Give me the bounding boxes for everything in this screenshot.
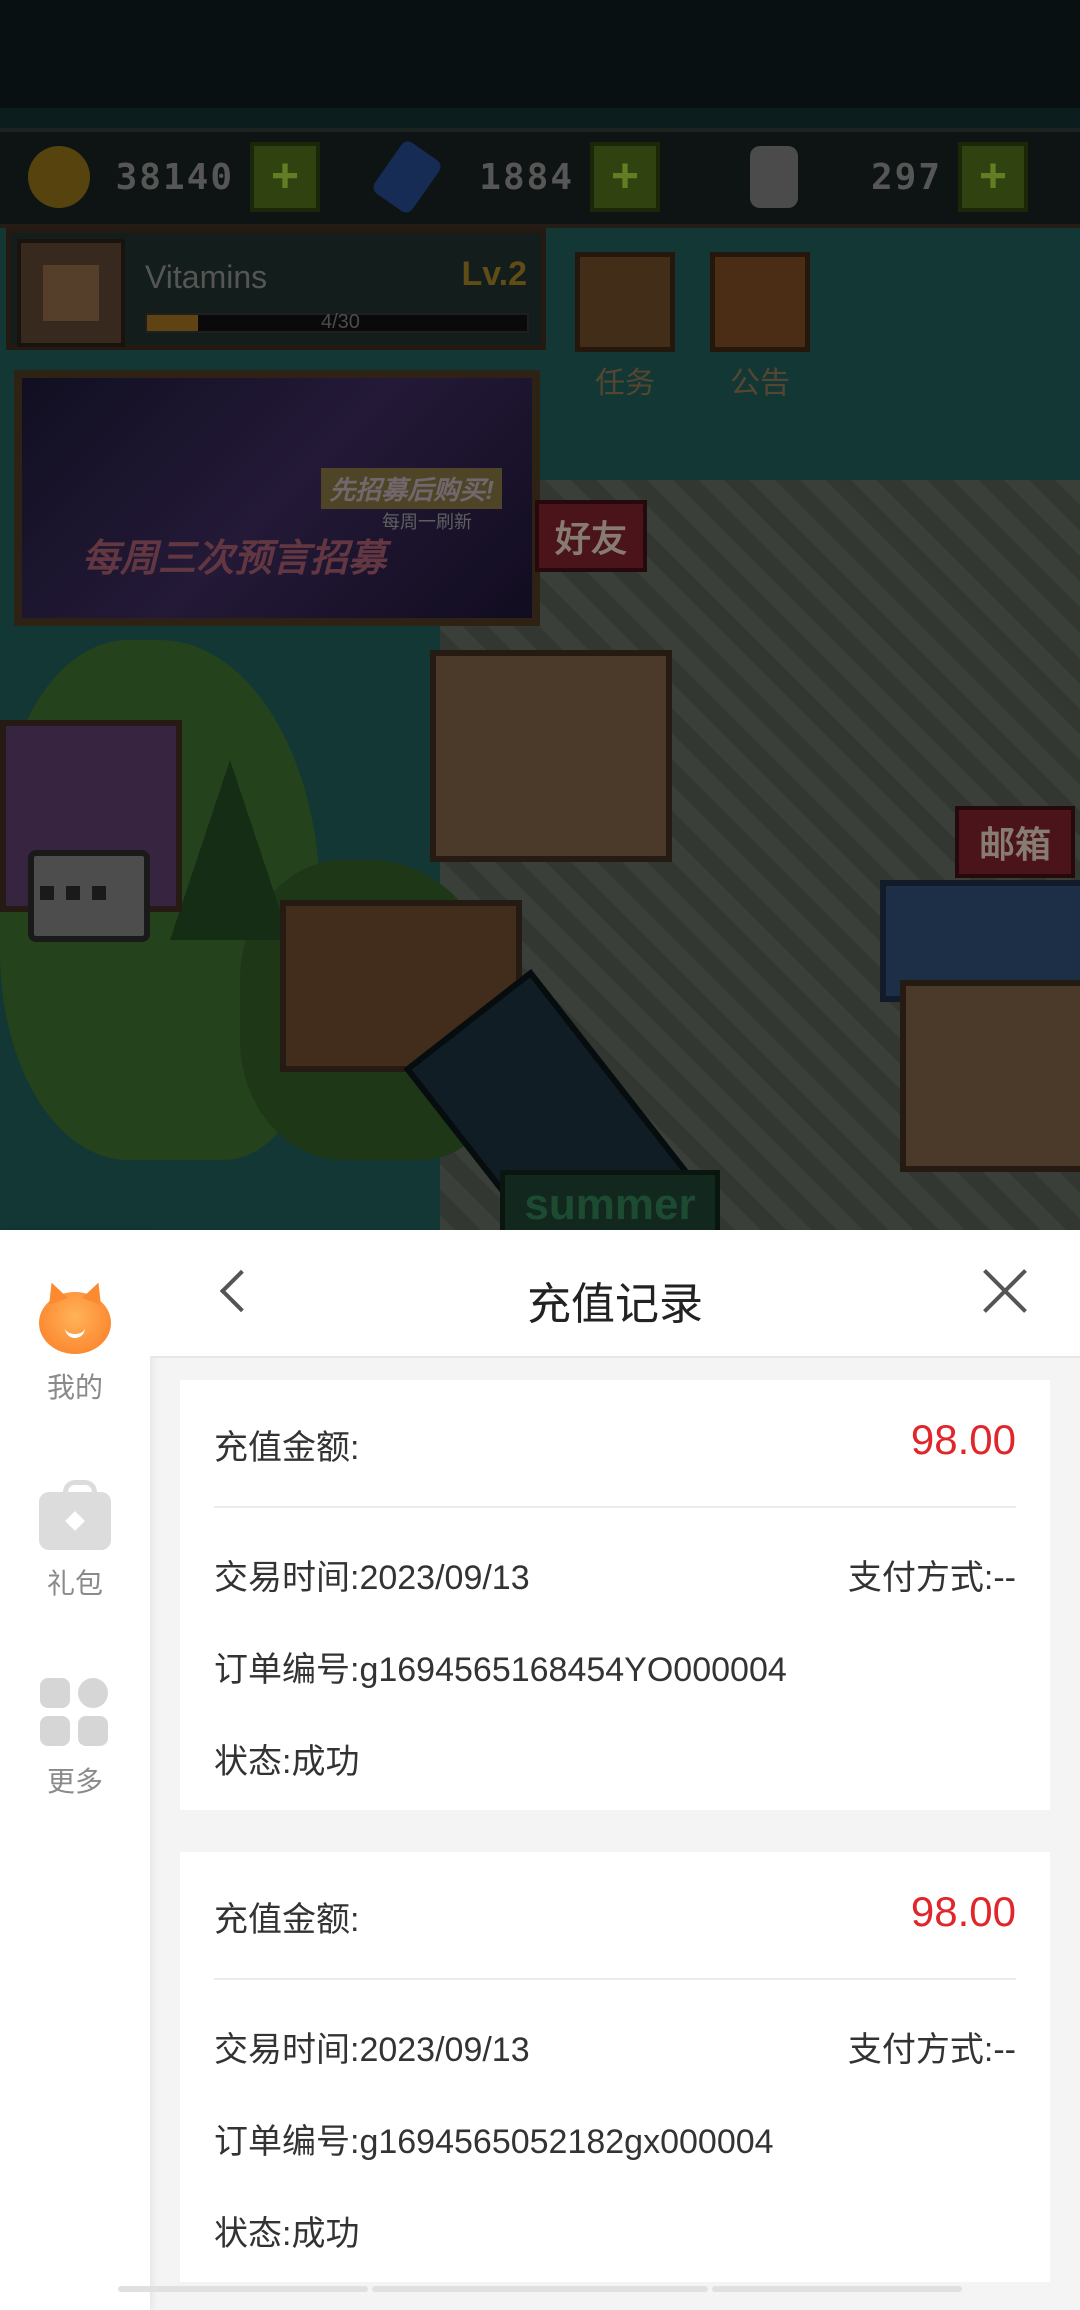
nav-label-gift: 礼包 [46,1568,103,1599]
pay-label: 支付方式: [847,1559,994,1597]
game-scene: 38140 + 1884 + 297 + Vitamins Lv.2 4/30 … [0,0,1080,1230]
amount-label: 充值金额: [214,1429,360,1467]
nav-item-mine[interactable]: 我的 [0,1292,150,1406]
pay-value: -- [993,2031,1016,2069]
gift-icon [39,1480,111,1550]
time-value: 2023/09/13 [359,1559,530,1597]
panel-header: 充值记录 [150,1230,1080,1358]
pay-method: 支付方式:-- [848,1550,1016,1599]
time-label: 交易时间: [214,1559,360,1597]
nav-item-gift[interactable]: 礼包 [0,1480,150,1602]
status-label: 状态: [214,2215,292,2253]
status-row: 状态:成功 [214,2206,1016,2255]
recharge-record-card: 充值金额: 98.00 交易时间:2023/09/13 支付方式:-- 订单编号… [180,1380,1050,1810]
status-row: 状态:成功 [214,1734,1016,1783]
status-value: 成功 [291,2215,360,2253]
nav-label-mine: 我的 [46,1372,103,1403]
recharge-record-card: 充值金额: 98.00 交易时间:2023/09/13 支付方式:-- 订单编号… [180,1852,1050,2282]
scene-dim-overlay [0,0,1080,1230]
pay-label: 支付方式: [847,2031,994,2069]
amount-value: 98.00 [910,1888,1016,1935]
time-value: 2023/09/13 [359,2031,530,2069]
amount-label: 充值金额: [214,1901,360,1939]
status-value: 成功 [291,1743,360,1781]
status-label: 状态: [214,1743,292,1781]
time-label: 交易时间: [214,2031,360,2069]
time-row: 交易时间:2023/09/13 支付方式:-- [214,1550,1016,1599]
order-row: 订单编号:g1694565168454YO000004 [214,1642,1016,1691]
user-avatar-icon [39,1292,111,1354]
amount-row: 充值金额: 98.00 [214,1380,1016,1508]
nav-label-more: 更多 [46,1766,103,1797]
amount-row: 充值金额: 98.00 [214,1852,1016,1980]
order-label: 订单编号: [214,2123,360,2161]
pay-method: 支付方式:-- [848,2022,1016,2071]
order-value: g1694565052182gx000004 [359,2123,774,2161]
time-row: 交易时间:2023/09/13 支付方式:-- [214,2022,1016,2071]
order-label: 订单编号: [214,1651,360,1689]
bottom-tab-hint [0,2286,1080,2296]
order-row: 订单编号:g1694565052182gx000004 [214,2114,1016,2163]
amount-value: 98.00 [910,1416,1016,1463]
more-apps-icon [40,1678,110,1748]
nav-item-more[interactable]: 更多 [0,1678,150,1800]
order-value: g1694565168454YO000004 [359,1651,787,1689]
side-nav: 我的 礼包 更多 [0,1230,150,2310]
pay-value: -- [993,1559,1016,1597]
page-title: 充值记录 [527,1280,703,1329]
close-icon[interactable] [980,1266,1030,1316]
recharge-sheet: 我的 礼包 更多 充值记录 充值金额: 98.00 交易时间:2023/09/1… [0,1230,1080,2310]
